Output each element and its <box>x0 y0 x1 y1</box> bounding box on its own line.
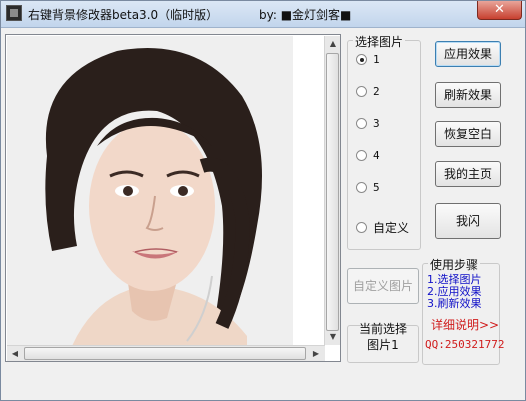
radio-button-icon[interactable] <box>356 117 367 129</box>
current-selection-label: 当前选择 图片1 <box>349 321 417 353</box>
vertical-scroll-thumb[interactable] <box>326 53 339 331</box>
author-credit: by: ■金灯剑客■ <box>259 8 352 22</box>
homepage-button[interactable]: 我的主页 <box>435 161 501 187</box>
apply-effect-button[interactable]: 应用效果 <box>435 41 501 67</box>
app-icon <box>6 5 22 21</box>
current-selection-line2: 图片1 <box>367 338 399 352</box>
current-selection-line1: 当前选择 <box>358 322 407 336</box>
horizontal-scroll-thumb[interactable] <box>24 347 306 360</box>
preview-photo <box>7 36 293 346</box>
image-preview-panel: ▲ ▼ ◀ ▶ <box>5 34 341 362</box>
radio-option-5[interactable]: 5 <box>356 179 380 195</box>
scroll-left-icon[interactable]: ◀ <box>8 347 22 361</box>
radio-label: 自定义 <box>373 220 410 235</box>
radio-button-icon[interactable] <box>356 53 367 65</box>
scroll-down-icon[interactable]: ▼ <box>326 330 340 344</box>
radio-option-custom[interactable]: 自定义 <box>356 219 409 235</box>
horizontal-scrollbar[interactable]: ◀ ▶ <box>7 345 325 361</box>
scroll-up-icon[interactable]: ▲ <box>326 37 340 51</box>
radio-label: 4 <box>373 148 380 162</box>
radio-label: 2 <box>373 84 380 98</box>
radio-button-icon[interactable] <box>356 85 367 97</box>
detail-link[interactable]: 详细说明>> <box>431 316 499 333</box>
radio-button-icon[interactable] <box>356 221 367 233</box>
main-window: 右键背景修改器beta3.0（临时版） by: ■金灯剑客■ ✕ ▲ ▼ ◀ ▶… <box>0 0 526 401</box>
portrait-image <box>7 36 293 346</box>
flash-button[interactable]: 我闪 <box>435 203 501 239</box>
usage-steps-group-title: 使用步骤 <box>428 256 481 273</box>
restore-blank-button[interactable]: 恢复空白 <box>435 121 501 147</box>
refresh-effect-button[interactable]: 刷新效果 <box>435 82 501 108</box>
radio-option-3[interactable]: 3 <box>356 115 380 131</box>
select-image-group: 选择图片 1 2 3 4 5 自定义 <box>347 33 421 250</box>
step-3: 3.刷新效果 <box>427 297 482 310</box>
scroll-right-icon[interactable]: ▶ <box>309 347 323 361</box>
title-bar[interactable]: 右键背景修改器beta3.0（临时版） by: ■金灯剑客■ ✕ <box>1 1 525 28</box>
close-button[interactable]: ✕ <box>477 1 522 20</box>
radio-option-4[interactable]: 4 <box>356 147 380 163</box>
radio-button-icon[interactable] <box>356 181 367 193</box>
vertical-scrollbar[interactable]: ▲ ▼ <box>324 36 340 345</box>
radio-button-icon[interactable] <box>356 149 367 161</box>
radio-label: 5 <box>373 180 380 194</box>
radio-option-1[interactable]: 1 <box>356 51 380 67</box>
qq-number: QQ:250321772 <box>425 338 505 351</box>
radio-label: 1 <box>373 52 380 66</box>
custom-image-button: 自定义图片 <box>347 268 419 304</box>
select-image-group-title: 选择图片 <box>353 33 406 50</box>
window-title: 右键背景修改器beta3.0（临时版） <box>28 8 219 22</box>
radio-option-2[interactable]: 2 <box>356 83 380 99</box>
close-icon: ✕ <box>494 2 505 17</box>
radio-label: 3 <box>373 116 380 130</box>
